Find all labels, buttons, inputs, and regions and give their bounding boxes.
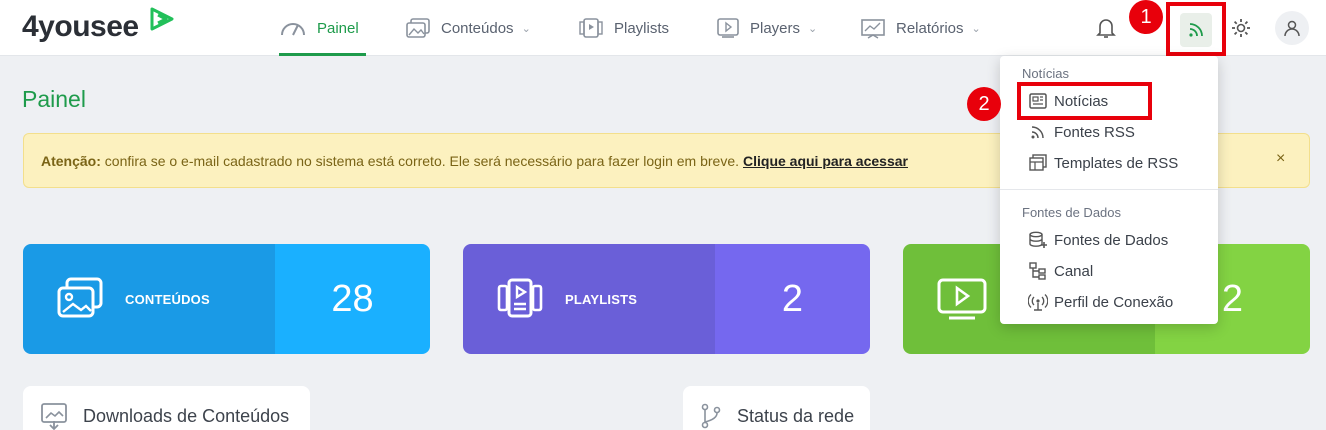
rss-icon <box>1031 126 1044 139</box>
active-tab-indicator <box>279 53 366 56</box>
chevron-down-icon: ⌄ <box>971 22 981 35</box>
card-playlists-left: PLAYLISTS <box>463 244 715 354</box>
step-marker-2: 2 <box>967 87 1001 121</box>
rss-menu-button[interactable] <box>1166 2 1226 56</box>
rss-button-highlight <box>1180 13 1212 47</box>
panel-downloads: Downloads de Conteúdos <box>23 386 310 430</box>
menu-item-fontes-dados-label: Fontes de Dados <box>1054 231 1169 249</box>
alert-text: confira se o e-mail cadastrado no sistem… <box>104 152 739 169</box>
menu-item-canal-label: Canal <box>1054 262 1094 280</box>
download-images-icon <box>41 403 67 430</box>
menu-item-perfil-conexao[interactable]: Perfil de Conexão <box>1028 293 1173 311</box>
nav-conteudos-label: Conteúdos <box>441 19 514 37</box>
nav-players-label: Players <box>750 19 801 37</box>
menu-item-templates-rss-label: Templates de RSS <box>1054 154 1179 172</box>
user-avatar-button[interactable] <box>1275 11 1309 45</box>
report-chart-icon <box>861 19 885 39</box>
images-icon <box>406 18 430 38</box>
branch-icon <box>701 403 721 429</box>
card-playlists[interactable]: PLAYLISTS 2 <box>463 244 870 354</box>
playlist-icon <box>579 18 603 38</box>
dropdown-divider <box>1000 189 1218 190</box>
menu-item-fontes-rss-label: Fontes RSS <box>1054 123 1135 141</box>
logo[interactable]: 4yousee <box>22 10 139 44</box>
card-conteudos-left: CONTEÚDOS <box>23 244 275 354</box>
nav-playlists-label: Playlists <box>614 19 670 37</box>
chevron-down-icon: ⌄ <box>808 22 818 35</box>
gear-icon <box>1232 19 1250 37</box>
card-conteudos-value: 28 <box>275 244 430 354</box>
nav-playlists[interactable]: Playlists <box>578 0 669 56</box>
user-icon <box>1284 20 1300 37</box>
nav-relatorios[interactable]: Relatórios ⌄ <box>860 0 981 56</box>
menu-item-perfil-conexao-label: Perfil de Conexão <box>1054 293 1174 311</box>
noticias-highlight-box <box>1017 82 1152 120</box>
play-logo-icon <box>150 7 174 31</box>
menu-item-templates-rss[interactable]: Templates de RSS <box>1028 154 1178 172</box>
player-icon <box>937 278 987 320</box>
card-conteudos-label: CONTEÚDOS <box>125 291 210 307</box>
step-marker-1: 1 <box>1129 0 1163 34</box>
nav-conteudos[interactable]: Conteúdos ⌄ <box>405 0 531 56</box>
player-icon <box>717 18 739 38</box>
alert-close-icon[interactable]: × <box>1276 150 1285 168</box>
alert-strong: Atenção: <box>41 152 101 169</box>
database-icon <box>1029 231 1047 248</box>
panel-downloads-title: Downloads de Conteúdos <box>83 405 290 426</box>
hierarchy-icon <box>1029 262 1046 280</box>
card-playlists-label: PLAYLISTS <box>565 291 638 307</box>
menu-item-canal[interactable]: Canal <box>1028 262 1093 280</box>
antenna-icon <box>1028 294 1048 311</box>
page-title: Painel <box>22 86 86 112</box>
alert-link[interactable]: Clique aqui para acessar <box>743 153 908 169</box>
nav-relatorios-label: Relatórios <box>896 19 964 37</box>
top-navbar: 4yousee Painel Conteúdos ⌄ Playlists Pla… <box>0 0 1326 56</box>
settings-button[interactable] <box>1227 14 1255 42</box>
playlist-icon <box>497 278 543 318</box>
dropdown-section-fontes-dados: Fontes de Dados <box>1022 205 1122 220</box>
panel-network-status: Status da rede <box>683 386 870 430</box>
card-playlists-value: 2 <box>715 244 870 354</box>
images-icon <box>57 277 103 318</box>
panel-network-status-title: Status da rede <box>737 405 855 426</box>
menu-item-fontes-rss[interactable]: Fontes RSS <box>1028 123 1135 141</box>
nav-players[interactable]: Players ⌄ <box>716 0 817 56</box>
menu-item-fontes-dados[interactable]: Fontes de Dados <box>1028 231 1168 249</box>
bell-icon <box>1096 19 1116 38</box>
template-icon <box>1029 154 1047 171</box>
card-conteudos[interactable]: CONTEÚDOS 28 <box>23 244 430 354</box>
nav-painel[interactable]: Painel <box>279 0 366 56</box>
nav-painel-label: Painel <box>317 19 359 37</box>
notifications-button[interactable] <box>1092 14 1120 42</box>
dropdown-section-noticias: Notícias <box>1022 66 1069 81</box>
gauge-icon <box>281 23 305 36</box>
chevron-down-icon: ⌄ <box>521 22 531 35</box>
rss-icon <box>1189 23 1203 37</box>
